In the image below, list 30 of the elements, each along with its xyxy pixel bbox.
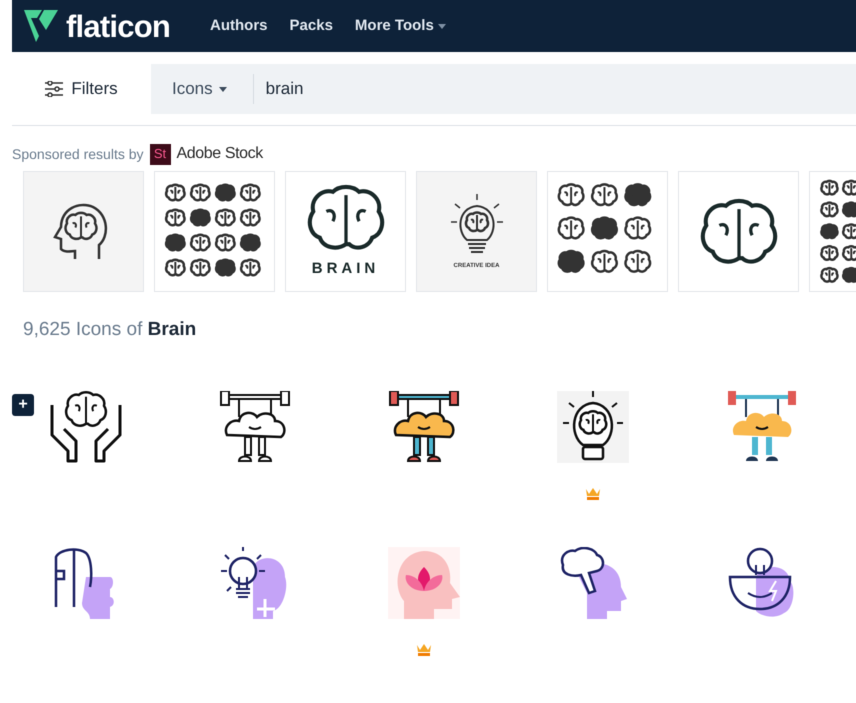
stock-image-thumbnail[interactable]: BRAIN [285, 171, 406, 292]
image-caption: BRAIN [312, 259, 380, 280]
add-button[interactable]: + [12, 394, 34, 416]
adobe-stock-logo: St [150, 144, 171, 164]
logo-text[interactable]: flaticon [66, 10, 170, 42]
nav-link[interactable]: Packs [290, 14, 333, 38]
stock-image-thumbnail[interactable] [809, 171, 856, 292]
logo-icon [24, 10, 58, 42]
caret-icon [218, 86, 227, 92]
search-field[interactable]: brain [254, 64, 856, 114]
stock-image-thumbnail[interactable] [23, 171, 144, 292]
caret-icon [438, 24, 446, 28]
brain-lifting-barbell-icon[interactable] [388, 390, 460, 462]
results-heading: 9,625 Icons of Brain [23, 318, 198, 342]
head-lotus-icon[interactable] [388, 546, 460, 618]
type-dropdown[interactable]: Icons [151, 64, 253, 114]
nav-link[interactable]: More Tools [354, 14, 446, 38]
brain-lifting-barbell-icon[interactable] [219, 390, 292, 462]
stock-image-thumbnail[interactable] [547, 171, 668, 292]
brand-name: Adobe Stock [176, 144, 263, 164]
crown-icon [416, 642, 432, 656]
sponsored-label: Sponsored results by [12, 144, 144, 164]
stock-image-thumbnail[interactable] [678, 171, 799, 292]
lightbulb-brain-icon[interactable] [556, 390, 629, 462]
brain-lifting-barbell-icon[interactable] [726, 390, 798, 462]
stock-image-thumbnail[interactable] [154, 171, 275, 292]
hands-holding-brain-icon[interactable] [48, 390, 124, 462]
sliders-icon [45, 81, 64, 97]
nav-link[interactable]: Authors [210, 14, 268, 38]
crown-icon [584, 486, 601, 500]
